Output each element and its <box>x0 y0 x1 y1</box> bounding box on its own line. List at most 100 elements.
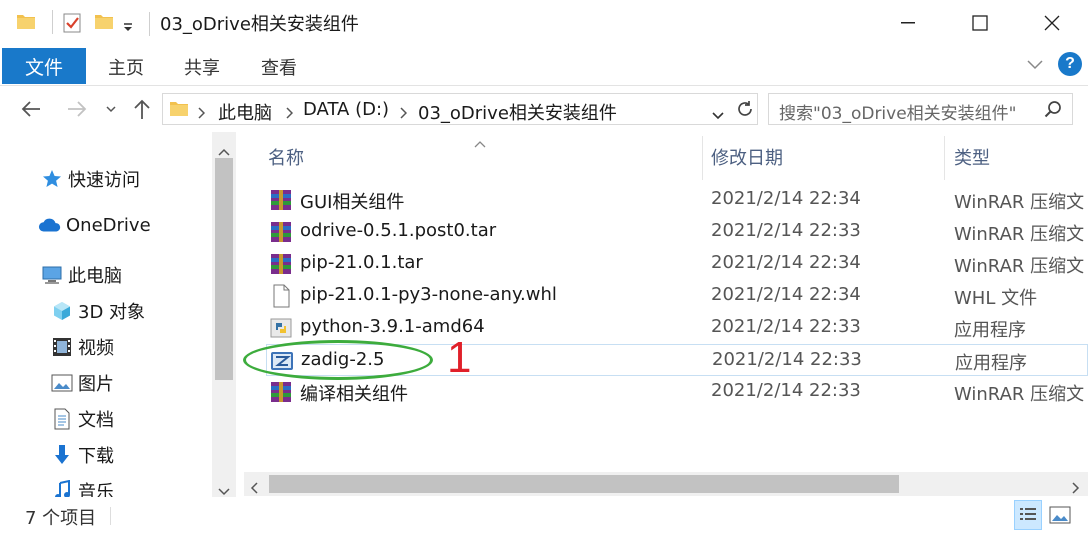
file-date: 2021/2/14 22:33 <box>711 380 861 401</box>
properties-icon[interactable] <box>62 12 82 39</box>
breadcrumb-current-folder[interactable]: 03_oDrive相关安装组件 <box>418 99 617 125</box>
file-row[interactable]: 编译相关组件 2021/2/14 22:33 WinRAR 压缩文 <box>266 376 1088 408</box>
scroll-left-chevron-icon[interactable] <box>250 478 258 499</box>
nav-onedrive-label: OneDrive <box>66 214 151 236</box>
customize-toolbar-chevron-icon[interactable] <box>122 16 134 37</box>
nav-pictures[interactable]: 图片 <box>50 370 114 396</box>
nav-quick-access-label: 快速访问 <box>68 170 140 191</box>
file-name: 编译相关组件 <box>300 384 408 405</box>
large-icons-view-button[interactable] <box>1046 500 1074 530</box>
nav-pictures-label: 图片 <box>78 374 114 395</box>
back-button[interactable] <box>16 94 46 124</box>
breadcrumb-this-pc[interactable]: 此电脑 <box>218 99 272 125</box>
nav-this-pc-label: 此电脑 <box>68 266 122 287</box>
python-installer-icon <box>269 316 293 340</box>
tab-view[interactable]: 查看 <box>261 54 297 80</box>
window-title: 03_oDrive相关安装组件 <box>160 14 359 35</box>
large-icons-view-icon <box>1049 506 1071 524</box>
search-box[interactable]: 搜索"03_oDrive相关安装组件" <box>768 93 1073 125</box>
tab-file[interactable]: 文件 <box>2 48 86 84</box>
expand-ribbon-chevron-icon[interactable] <box>1025 54 1045 79</box>
folder-icon <box>169 99 189 122</box>
file-list-horizontal-scrollbar[interactable] <box>244 472 1088 496</box>
computer-icon <box>40 264 64 286</box>
nav-documents-label: 文档 <box>78 410 114 431</box>
file-type: 应用程序 <box>955 353 1027 374</box>
file-date: 2021/2/14 22:33 <box>711 220 861 241</box>
breadcrumb-chevron-icon[interactable] <box>197 103 206 124</box>
maximize-button[interactable] <box>944 0 1016 46</box>
file-type: WinRAR 压缩文 <box>954 192 1085 213</box>
navigation-pane-scrollbar[interactable] <box>212 132 236 497</box>
new-folder-icon[interactable] <box>94 12 114 35</box>
close-button[interactable] <box>1016 0 1088 46</box>
column-header-name[interactable]: 名称 <box>268 144 304 170</box>
breadcrumb-drive[interactable]: DATA (D:) <box>303 99 389 120</box>
search-input[interactable]: 搜索"03_oDrive相关安装组件" <box>779 99 1017 124</box>
file-row[interactable]: python-3.9.1-amd64 2021/2/14 22:33 应用程序 <box>266 312 1088 344</box>
file-date: 2021/2/14 22:34 <box>711 252 861 273</box>
music-note-icon <box>50 480 74 497</box>
file-row[interactable]: GUI相关组件 2021/2/14 22:34 WinRAR 压缩文 <box>266 184 1088 216</box>
cloud-icon <box>38 214 62 236</box>
download-arrow-icon <box>50 444 74 466</box>
picture-icon <box>50 372 74 394</box>
film-icon <box>50 336 74 358</box>
nav-onedrive[interactable]: OneDrive <box>38 214 151 236</box>
star-icon <box>40 168 64 190</box>
file-row[interactable]: pip-21.0.1.tar 2021/2/14 22:34 WinRAR 压缩… <box>266 248 1088 280</box>
file-name: odrive-0.5.1.post0.tar <box>300 220 497 241</box>
file-type: WHL 文件 <box>954 288 1038 309</box>
search-icon[interactable] <box>1044 100 1062 123</box>
folder-icon <box>16 12 36 35</box>
scrollbar-thumb[interactable] <box>269 475 899 493</box>
recent-locations-button[interactable] <box>102 94 120 124</box>
sort-ascending-icon <box>474 132 486 153</box>
nav-documents[interactable]: 文档 <box>50 406 114 432</box>
navigation-bar: 此电脑 DATA (D:) 03_oDrive相关安装组件 搜索"03_oDri… <box>0 86 1088 132</box>
details-view-button[interactable] <box>1014 500 1042 530</box>
up-button[interactable] <box>128 94 156 124</box>
address-history-chevron-icon[interactable] <box>711 105 725 126</box>
back-arrow-icon <box>21 101 40 117</box>
nav-videos[interactable]: 视频 <box>50 334 114 360</box>
column-header-type[interactable]: 类型 <box>954 144 990 170</box>
file-row[interactable]: pip-21.0.1-py3-none-any.whl 2021/2/14 22… <box>266 280 1088 312</box>
nav-videos-label: 视频 <box>78 338 114 359</box>
blank-file-icon <box>269 284 293 308</box>
column-header-date[interactable]: 修改日期 <box>711 144 783 170</box>
tab-share[interactable]: 共享 <box>184 54 220 80</box>
file-type: WinRAR 压缩文 <box>954 224 1085 245</box>
minimize-button[interactable] <box>872 0 944 46</box>
nav-music[interactable]: 音乐 <box>50 478 114 497</box>
cube-3d-icon <box>50 300 74 322</box>
file-name: pip-21.0.1-py3-none-any.whl <box>300 284 557 305</box>
tab-home[interactable]: 主页 <box>108 54 144 80</box>
column-divider[interactable] <box>944 136 945 180</box>
address-bar[interactable]: 此电脑 DATA (D:) 03_oDrive相关安装组件 <box>162 93 758 125</box>
help-button[interactable]: ? <box>1058 52 1082 76</box>
chevron-down-icon <box>106 106 116 113</box>
breadcrumb-chevron-icon[interactable] <box>399 103 408 124</box>
winrar-archive-icon <box>269 220 293 244</box>
scroll-right-chevron-icon[interactable] <box>1072 478 1080 499</box>
refresh-icon[interactable] <box>735 99 755 124</box>
up-arrow-icon <box>134 99 150 119</box>
file-date: 2021/2/14 22:33 <box>711 316 861 337</box>
navigation-pane: 快速访问 OneDrive 此电脑 3D 对象 视频 图片 文档 下载 音乐 <box>0 132 236 497</box>
winrar-archive-icon <box>269 380 293 404</box>
scrollbar-thumb[interactable] <box>215 158 233 380</box>
nav-downloads[interactable]: 下载 <box>50 442 114 468</box>
breadcrumb-chevron-icon[interactable] <box>285 103 294 124</box>
forward-button[interactable] <box>62 94 92 124</box>
annotation-ellipse <box>243 340 433 380</box>
close-icon <box>1044 15 1060 31</box>
nav-3d-objects[interactable]: 3D 对象 <box>50 298 145 324</box>
nav-this-pc[interactable]: 此电脑 <box>40 262 122 288</box>
nav-quick-access[interactable]: 快速访问 <box>40 166 140 192</box>
column-divider[interactable] <box>702 136 703 180</box>
file-list: 名称 修改日期 类型 GUI相关组件 2021/2/14 22:34 WinRA… <box>236 132 1088 472</box>
status-divider <box>110 507 111 525</box>
file-row[interactable]: odrive-0.5.1.post0.tar 2021/2/14 22:33 W… <box>266 216 1088 248</box>
winrar-archive-icon <box>269 188 293 212</box>
